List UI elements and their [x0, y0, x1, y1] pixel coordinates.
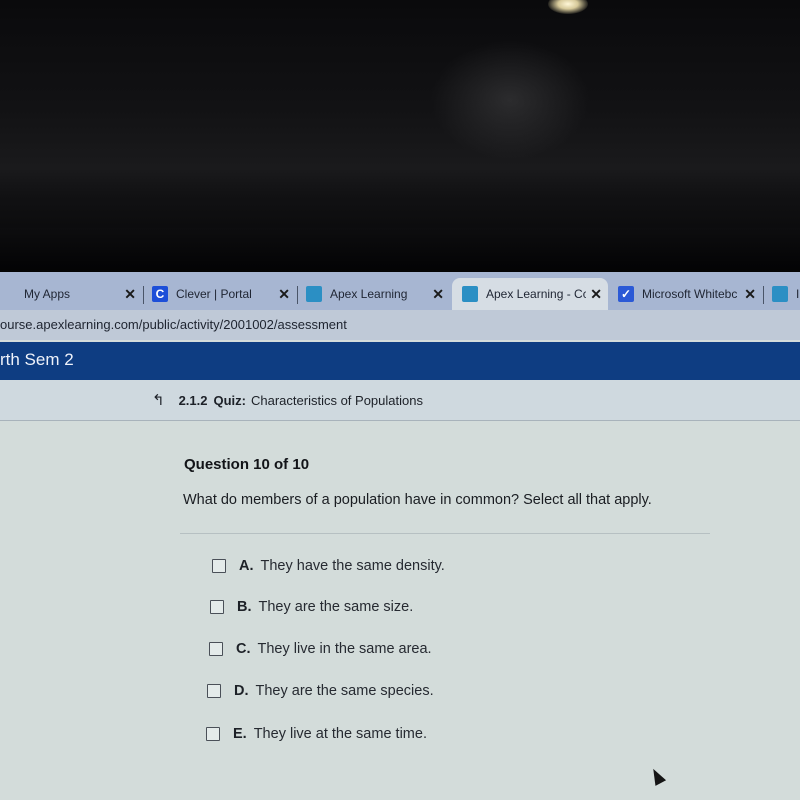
address-bar[interactable]: ourse.apexlearning.com/public/activity/2…: [0, 310, 800, 340]
option-letter: A.: [239, 558, 254, 574]
close-icon[interactable]: ✕: [278, 286, 290, 303]
tab-apex-learning[interactable]: Apex Learning ✕: [306, 278, 450, 310]
tab-label: Apex Learning - Cc: [486, 287, 586, 301]
url-text[interactable]: ourse.apexlearning.com/public/activity/2…: [0, 317, 347, 332]
option-c[interactable]: C. They live in the same area.: [209, 641, 432, 657]
checkbox[interactable]: [206, 727, 220, 741]
tab-separator: [763, 286, 764, 304]
close-icon[interactable]: ✕: [124, 286, 136, 303]
tab-label: Microsoft Whitebc: [642, 287, 738, 301]
tab-separator: [143, 286, 144, 304]
question-counter: Question 10 of 10: [184, 456, 310, 473]
tab-label: Clever | Portal: [176, 287, 252, 301]
tab-microsoft-whiteboard[interactable]: ✓ Microsoft Whitebc ✕: [618, 278, 762, 310]
apps-grid-icon: [0, 286, 16, 302]
option-letter: C.: [236, 641, 251, 657]
microsoft-whiteboard-icon: ✓: [618, 286, 634, 302]
option-text: They have the same density.: [260, 558, 445, 574]
option-text: They are the same size.: [258, 599, 414, 615]
quiz-number: 2.1.2: [178, 392, 208, 408]
close-icon[interactable]: ✕: [590, 286, 602, 303]
tab-clever-portal[interactable]: C Clever | Portal ✕: [152, 278, 296, 310]
tab-strip: My Apps ✕ C Clever | Portal ✕ Apex Learn…: [0, 272, 800, 310]
tab-label: My Apps: [24, 287, 71, 301]
tab-my-apps[interactable]: My Apps ✕: [0, 278, 142, 310]
ceiling-light: [548, 0, 588, 14]
option-letter: D.: [234, 683, 249, 699]
tab-label: Apex Learning: [330, 287, 408, 301]
option-e[interactable]: E. They live at the same time.: [206, 726, 427, 742]
option-b[interactable]: B. They are the same size.: [210, 599, 413, 615]
quiz-title: Characteristics of Populations: [251, 392, 423, 408]
tab-separator: [297, 286, 298, 304]
option-d[interactable]: D. They are the same species.: [207, 683, 434, 699]
background-glow: [430, 40, 590, 160]
tab-partial[interactable]: I: [772, 278, 800, 310]
checkbox[interactable]: [212, 559, 226, 573]
question-text: What do members of a population have in …: [183, 492, 652, 508]
option-text: They live in the same area.: [257, 641, 432, 657]
apex-icon: [772, 286, 788, 302]
course-header: rth Sem 2: [0, 342, 800, 380]
checkbox[interactable]: [210, 600, 224, 614]
clever-icon: C: [152, 286, 168, 302]
close-icon[interactable]: ✕: [744, 286, 756, 303]
quiz-breadcrumb-bar: ↰ 2.1.2 Quiz: Characteristics of Populat…: [0, 380, 800, 421]
option-letter: B.: [237, 599, 252, 615]
quiz-type: Quiz:: [213, 392, 247, 408]
checkbox[interactable]: [209, 642, 223, 656]
question-area: Question 10 of 10 What do members of a p…: [0, 421, 800, 800]
back-arrow-icon[interactable]: ↰: [152, 391, 165, 409]
monitor-bezel: [0, 228, 800, 272]
tab-apex-learning-course-active[interactable]: Apex Learning - Cc ✕: [452, 278, 608, 310]
tab-label: I: [796, 287, 800, 301]
checkbox[interactable]: [207, 684, 221, 698]
browser-window: My Apps ✕ C Clever | Portal ✕ Apex Learn…: [0, 272, 800, 800]
course-title: rth Sem 2: [0, 350, 74, 369]
photo-background: [0, 0, 800, 272]
option-text: They live at the same time.: [253, 726, 427, 742]
apex-icon: [306, 286, 322, 302]
apex-icon: [462, 286, 478, 302]
option-text: They are the same species.: [255, 683, 434, 699]
close-icon[interactable]: ✕: [432, 286, 444, 303]
option-letter: E.: [233, 726, 247, 742]
option-a[interactable]: A. They have the same density.: [212, 558, 445, 574]
divider: [180, 533, 710, 534]
